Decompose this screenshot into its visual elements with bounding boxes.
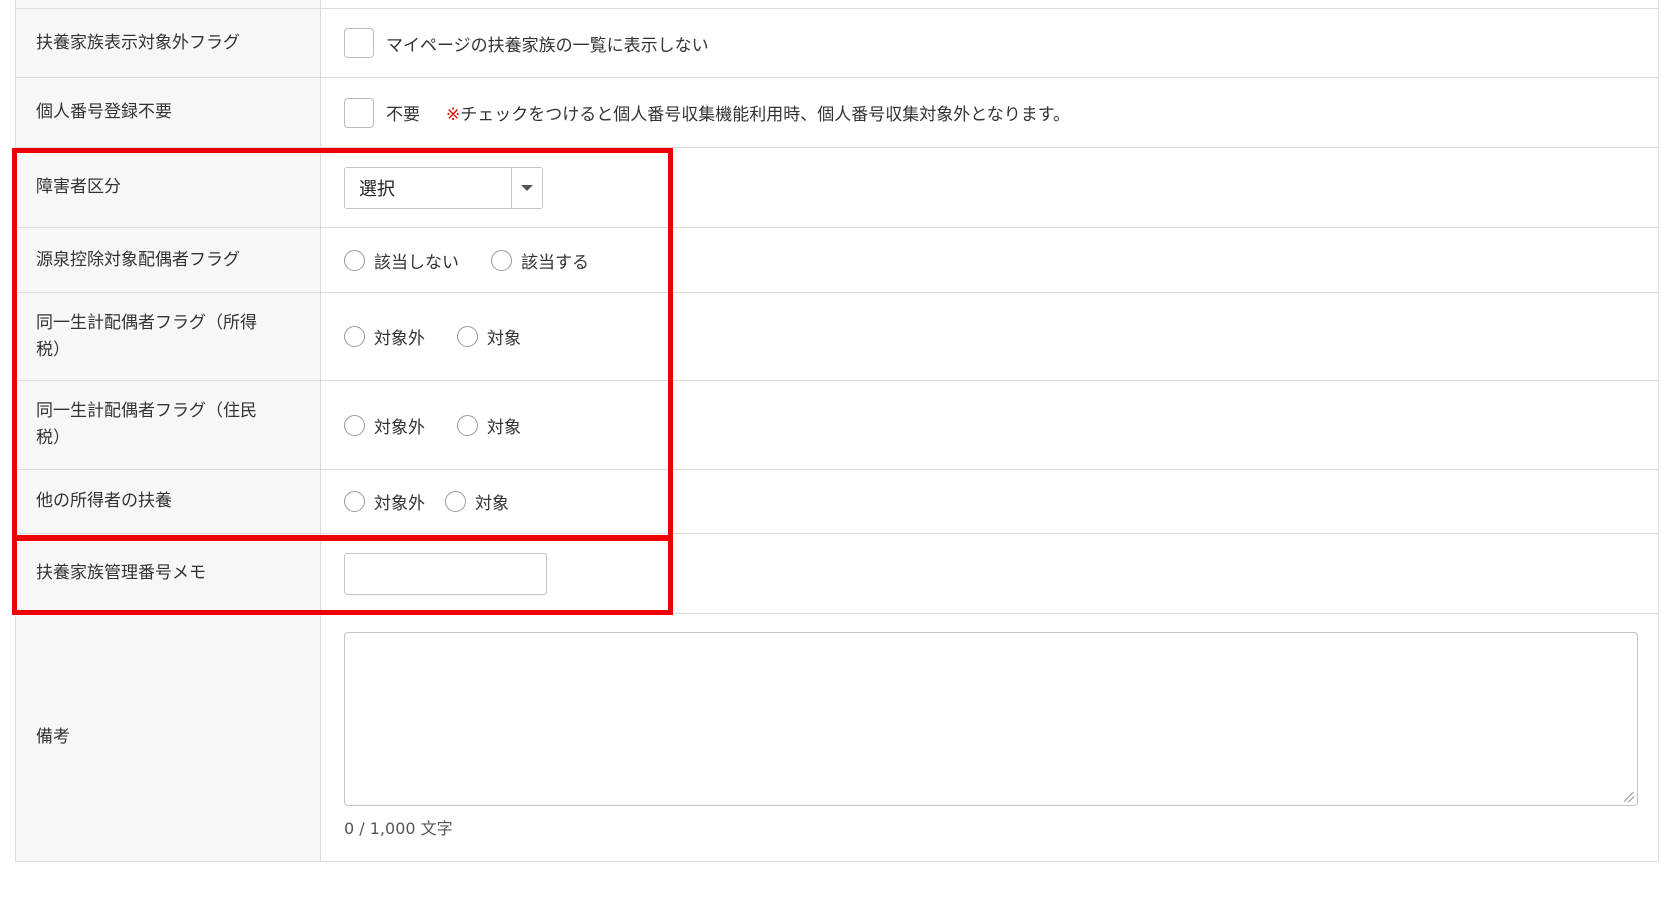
radio-option[interactable]: 対象 <box>445 489 509 514</box>
form-row-memo: 扶養家族管理番号メモ <box>16 534 1658 614</box>
dependent-form-table: 扶養家族表示対象外フラグ マイページの扶養家族の一覧に表示しない 個人番号登録不… <box>15 0 1659 862</box>
disability-select-value: 選択 <box>359 178 395 200</box>
my-number-unneeded-checkbox[interactable] <box>344 97 374 128</box>
hide-flag-content: マイページの扶養家族の一覧に表示しない <box>322 9 1658 77</box>
hide-flag-checkbox[interactable] <box>344 28 374 58</box>
other-dependent-label: 他の所得者の扶養 <box>16 470 321 533</box>
remarks-label: 備考 <box>16 614 321 861</box>
radio-button[interactable] <box>344 326 365 347</box>
radio-option[interactable]: 該当する <box>491 248 589 273</box>
radio-option[interactable]: 対象 <box>457 324 521 349</box>
note-mark: ※ <box>446 105 461 125</box>
same-household-income-label: 同一生計配偶者フラグ（所得税） <box>16 293 321 380</box>
radio-button[interactable] <box>457 414 478 436</box>
disability-content: 選択 <box>322 148 1658 227</box>
radio-label: 対象外 <box>374 329 425 349</box>
radio-button[interactable] <box>457 326 478 347</box>
withholding-spouse-label: 源泉控除対象配偶者フラグ <box>16 228 321 292</box>
radio-label: 対象 <box>487 329 521 349</box>
radio-button[interactable] <box>491 249 512 271</box>
other-dependent-content: 対象外 対象 <box>322 470 1658 533</box>
form-row-same-household-income: 同一生計配偶者フラグ（所得税） 対象外 対象 <box>16 293 1658 381</box>
form-row-top <box>16 0 1658 9</box>
radio-option[interactable]: 対象 <box>457 413 521 438</box>
radio-label: 対象外 <box>374 494 425 514</box>
same-household-income-content: 対象外 対象 <box>322 293 1658 380</box>
radio-button[interactable] <box>445 491 466 512</box>
radio-label: 対象 <box>487 417 521 438</box>
memo-input[interactable] <box>344 552 547 595</box>
form-row-same-household-resident: 同一生計配偶者フラグ（住民税） 対象外 対象 <box>16 381 1658 470</box>
form-row-disability: 障害者区分 選択 <box>16 148 1658 228</box>
disability-select[interactable]: 選択 <box>344 166 543 209</box>
radio-label: 対象 <box>475 494 509 514</box>
radio-option[interactable]: 対象外 <box>344 489 425 514</box>
radio-label: 該当しない <box>374 252 459 273</box>
note-text: チェックをつけると個人番号収集機能利用時、個人番号収集対象外となります。 <box>460 105 1071 125</box>
form-row-my-number: 個人番号登録不要 不要 ※チェックをつけると個人番号収集機能利用時、個人番号収集… <box>16 78 1658 148</box>
char-counter: 0 / 1,000 文字 <box>344 819 453 838</box>
memo-label: 扶養家族管理番号メモ <box>16 534 321 613</box>
radio-button[interactable] <box>344 249 365 271</box>
label-cell <box>16 0 321 8</box>
remarks-textarea-wrap: 0 / 1,000 文字 <box>344 632 1638 839</box>
radio-label: 該当する <box>521 252 589 273</box>
remarks-textarea[interactable] <box>344 632 1638 806</box>
radio-option[interactable]: 該当しない <box>344 248 459 273</box>
hide-flag-label: 扶養家族表示対象外フラグ <box>16 9 321 77</box>
my-number-content: 不要 ※チェックをつけると個人番号収集機能利用時、個人番号収集対象外となります。 <box>322 78 1658 147</box>
my-number-checkbox-text: 不要 <box>386 105 420 125</box>
form-row-other-dependent: 他の所得者の扶養 対象外 対象 <box>16 470 1658 534</box>
chevron-down-icon <box>521 184 533 191</box>
my-number-label: 個人番号登録不要 <box>16 78 321 147</box>
remarks-content: 0 / 1,000 文字 <box>322 614 1658 861</box>
memo-content <box>322 534 1658 613</box>
form-row-remarks: 備考 0 / 1,000 文字 <box>16 614 1658 862</box>
withholding-spouse-content: 該当しない 該当する <box>322 228 1658 292</box>
form-row-withholding-spouse: 源泉控除対象配偶者フラグ 該当しない 該当する <box>16 228 1658 293</box>
resize-handle-icon[interactable] <box>1624 792 1634 802</box>
my-number-note: ※チェックをつけると個人番号収集機能利用時、個人番号収集対象外となります。 <box>446 100 1070 125</box>
dropdown-toggle[interactable] <box>511 167 542 208</box>
form-row-hide-flag: 扶養家族表示対象外フラグ マイページの扶養家族の一覧に表示しない <box>16 9 1658 78</box>
radio-button[interactable] <box>344 491 365 512</box>
same-household-resident-content: 対象外 対象 <box>322 381 1658 469</box>
radio-option[interactable]: 対象外 <box>344 413 425 438</box>
radio-button[interactable] <box>344 414 365 436</box>
same-household-resident-label: 同一生計配偶者フラグ（住民税） <box>16 381 321 469</box>
radio-option[interactable]: 対象外 <box>344 324 425 349</box>
radio-label: 対象外 <box>374 417 425 438</box>
hide-flag-checkbox-text: マイページの扶養家族の一覧に表示しない <box>386 35 709 56</box>
disability-label: 障害者区分 <box>16 148 321 227</box>
